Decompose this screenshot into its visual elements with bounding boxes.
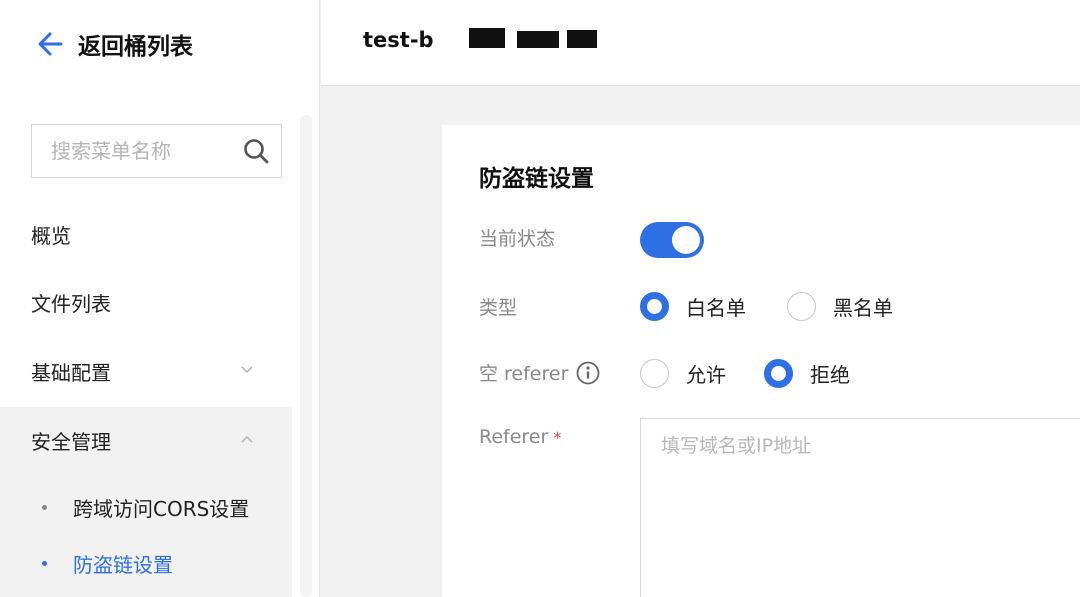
sidebar-subitem-hotlink-protection[interactable]: 防盗链设置 [0,537,292,589]
empty-referer-radio-deny[interactable]: 拒绝 [764,359,850,388]
type-label-text: 类型 [479,297,518,319]
menu-search-box [31,124,282,178]
radio-label: 白名单 [686,296,746,320]
back-label: 返回桶列表 [78,34,193,60]
sidebar-scrollbar[interactable] [300,115,312,597]
redaction-block [517,31,559,48]
status-toggle[interactable] [640,222,704,258]
empty-referer-label: 空 referer [479,359,600,386]
radio-label: 允许 [686,363,726,387]
type-label: 类型 [479,293,517,320]
status-label: 当前状态 [479,224,555,251]
radio-circle [640,359,669,388]
empty-referer-label-text: 空 referer [479,363,569,385]
redaction-block [469,28,505,48]
back-to-bucket-list-button[interactable]: 返回桶列表 [36,26,193,62]
chevron-up-icon [241,435,253,443]
referer-label-text: Referer [479,426,549,448]
bullet-dot [42,561,47,566]
radio-circle [787,292,816,321]
sidebar-item-label: 安全管理 [31,429,111,454]
sidebar-item-label: 概览 [31,223,71,248]
referer-input[interactable] [640,418,1080,597]
radio-label: 黑名单 [833,296,893,320]
required-mark: * [553,427,562,447]
redaction-block [567,30,597,48]
type-radio-whitelist[interactable]: 白名单 [640,292,746,321]
hotlink-settings-panel: 防盗链设置 当前状态 类型 白名单 黑名单 空 referer 允许 拒绝 Re… [442,125,1080,597]
arrow-left-icon [38,32,63,56]
sidebar-item-basic-config[interactable]: 基础配置 [0,338,292,404]
sidebar-subitem-cors[interactable]: 跨域访问CORS设置 [0,481,292,533]
sidebar-subitem-label: 防盗链设置 [73,552,173,577]
radio-circle [764,359,793,388]
panel-title: 防盗链设置 [479,166,594,192]
radio-circle [640,292,669,321]
type-radio-blacklist[interactable]: 黑名单 [787,292,893,321]
top-header: test-b [321,0,1080,86]
sidebar-item-overview[interactable]: 概览 [0,201,292,267]
sidebar-item-file-list[interactable]: 文件列表 [0,269,292,335]
sidebar-item-security[interactable]: 安全管理 [0,407,292,473]
referer-label: Referer * [479,426,561,448]
sidebar: 返回桶列表 概览 文件列表 基础配置 安全管理 跨域访问CORS设置 防盗链设置 [0,0,320,597]
sidebar-item-label: 文件列表 [31,291,111,316]
bucket-name: test-b [363,28,434,52]
menu-search-input[interactable] [32,125,237,177]
chevron-down-icon [241,366,253,374]
bullet-dot [42,505,47,510]
radio-label: 拒绝 [810,363,850,387]
info-icon[interactable] [576,361,600,385]
sidebar-item-label: 基础配置 [31,360,111,385]
sidebar-subitem-label: 跨域访问CORS设置 [73,496,250,521]
search-icon[interactable] [243,138,269,164]
toggle-knob [672,226,700,254]
empty-referer-radio-allow[interactable]: 允许 [640,359,726,388]
status-label-text: 当前状态 [479,228,556,250]
